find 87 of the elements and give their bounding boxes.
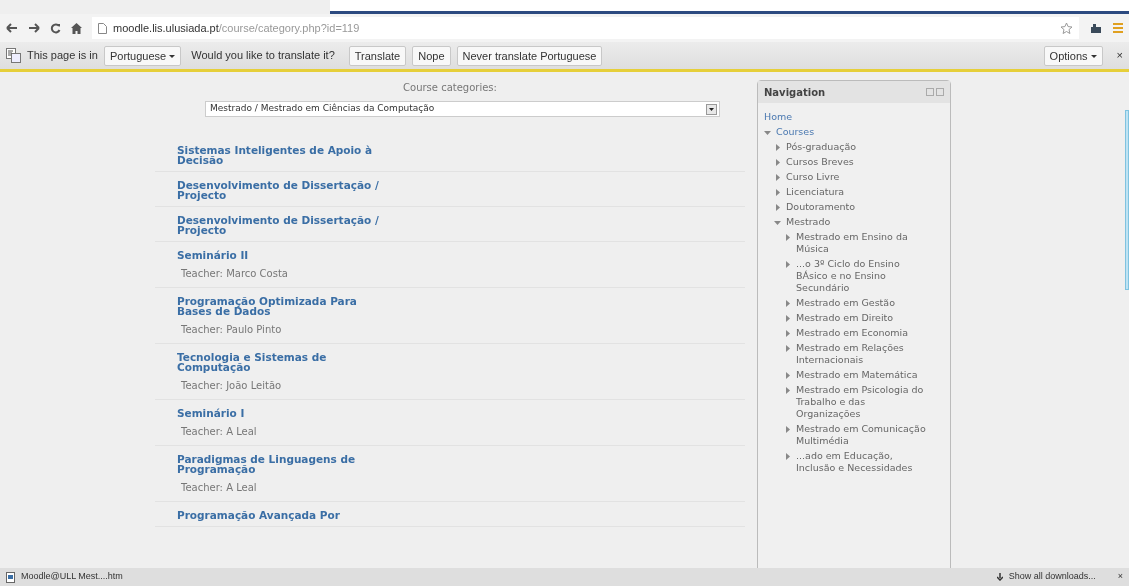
nav-item[interactable]: Mestrado — [786, 216, 831, 228]
selected-category: Mestrado / Mestrado em Ciências da Computação — [210, 102, 435, 116]
category-label: Course categories: — [402, 81, 498, 95]
teacher-label: Teacher: — [181, 380, 223, 391]
caret-icon — [1090, 55, 1097, 59]
nav-item[interactable]: Mestrado em Economia — [796, 327, 908, 339]
close-button[interactable]: × — [1116, 47, 1123, 64]
collapsed-arrow-icon[interactable] — [774, 204, 781, 212]
nav-item[interactable]: ...ado em Educação, Inclusão e Necessidades — [796, 450, 926, 474]
forward-icon[interactable] — [28, 23, 40, 33]
teacher-label: Teacher: — [181, 482, 223, 493]
file-icon — [6, 571, 15, 583]
nav-item[interactable]: Mestrado em Gestão — [796, 297, 895, 309]
back-icon[interactable] — [6, 23, 18, 33]
close-button[interactable]: × — [1117, 570, 1123, 584]
scrollbar[interactable] — [1125, 110, 1129, 290]
options-button[interactable]: Options — [1043, 45, 1103, 66]
collapsed-arrow-icon[interactable] — [784, 345, 791, 353]
nav-item[interactable]: Mestrado em Matemática — [796, 369, 918, 381]
collapsed-arrow-icon[interactable] — [784, 330, 791, 338]
hide-icon[interactable] — [936, 87, 944, 96]
category-select[interactable]: Mestrado / Mestrado em Ciências da Computação — [205, 101, 720, 117]
collapsed-arrow-icon[interactable] — [784, 426, 791, 434]
collapsed-arrow-icon[interactable] — [784, 387, 791, 395]
course-link[interactable]: Seminário II — [177, 250, 392, 260]
teacher-link[interactable]: A Leal — [226, 482, 257, 493]
nav-item[interactable]: Mestrado em Comunicação Multimédia — [796, 423, 926, 447]
url-text: moodle.lis.ulusiada.pt/course/category.php?id=119 — [113, 20, 360, 36]
nav-item[interactable]: Curso Livre — [786, 171, 840, 183]
reload-icon[interactable] — [50, 22, 61, 34]
home-icon[interactable] — [71, 22, 82, 34]
collapsed-arrow-icon[interactable] — [784, 300, 791, 308]
course-link[interactable]: Seminário I — [177, 408, 392, 418]
translate-bar-button[interactable]: Never translate Portuguese — [456, 45, 603, 66]
nav-item[interactable]: Mestrado em Ensino da Música — [796, 231, 926, 255]
translate-bar-button[interactable]: Translate — [348, 45, 407, 66]
nav-item[interactable]: Doutoramento — [786, 201, 856, 213]
expanded-arrow-icon[interactable] — [774, 219, 781, 227]
course-link[interactable]: Tecnologia e Sistemas de Computação — [177, 352, 392, 372]
course-link[interactable]: Programação Optimizada Para Bases de Dados — [177, 296, 392, 316]
nav-item[interactable]: Pós-graduação — [786, 141, 857, 153]
nav-item[interactable]: Cursos Breves — [786, 156, 854, 168]
collapsed-arrow-icon[interactable] — [784, 261, 791, 269]
translate-bar-button[interactable]: Nope — [412, 45, 451, 66]
caret-icon — [169, 55, 176, 59]
nav-item[interactable]: Mestrado em Direito — [796, 312, 894, 324]
download-icon — [996, 573, 1003, 581]
nav-item[interactable]: ...o 3º Ciclo do Ensino BÁsico e no Ensino Secundário — [796, 258, 926, 294]
translate-prompt: This page is in — [27, 48, 98, 64]
collapsed-arrow-icon[interactable] — [774, 159, 781, 167]
teacher-label: Teacher: — [181, 426, 223, 437]
course-link[interactable]: Sistemas Inteligentes de Apoio à Decisão — [177, 145, 392, 165]
teacher-label: Teacher: — [181, 268, 223, 279]
nav-item[interactable]: Courses — [776, 126, 815, 138]
dock-icon[interactable] — [926, 87, 934, 96]
teacher-link[interactable]: A Leal — [226, 426, 257, 437]
language-dropdown[interactable]: Portuguese — [103, 45, 182, 66]
collapsed-arrow-icon[interactable] — [784, 234, 791, 242]
star-icon[interactable] — [1060, 21, 1073, 35]
teacher-link[interactable]: Paulo Pinto — [226, 324, 282, 335]
course-link[interactable]: Desenvolvimento de Dissertação / Projecto — [177, 215, 392, 235]
teacher-link[interactable]: João Leitão — [226, 380, 282, 391]
expanded-arrow-icon[interactable] — [764, 129, 771, 137]
translate-question: Would you like to translate it? — [191, 48, 335, 64]
nav-item[interactable]: Mestrado em Relações Internacionais — [796, 342, 926, 366]
collapsed-arrow-icon[interactable] — [774, 189, 781, 197]
course-link[interactable]: Paradigmas de Linguagens de Programação — [177, 454, 392, 474]
nav-item[interactable]: Licenciatura — [786, 186, 845, 198]
address-bar[interactable]: moodle.lis.ulusiada.pt/course/category.php?id=119 — [92, 17, 1079, 39]
teacher-label: Teacher: — [181, 324, 223, 335]
course-link[interactable]: Desenvolvimento de Dissertação / Projecto — [177, 180, 392, 200]
collapsed-arrow-icon[interactable] — [784, 453, 791, 461]
collapsed-arrow-icon[interactable] — [784, 372, 791, 380]
nav-item[interactable]: Home — [764, 111, 793, 123]
collapsed-arrow-icon[interactable] — [774, 144, 781, 152]
collapsed-arrow-icon[interactable] — [774, 174, 781, 182]
collapsed-arrow-icon[interactable] — [784, 315, 791, 323]
course-link[interactable]: Programação Avançada Por — [177, 510, 392, 520]
show-downloads-link[interactable]: Show all downloads... — [1008, 570, 1096, 584]
menu-icon[interactable] — [1113, 23, 1123, 33]
extension-icon[interactable] — [1089, 22, 1103, 34]
page-icon — [98, 22, 107, 34]
nav-item[interactable]: Mestrado em Psicologia do Trabalho e das Organizações — [796, 384, 926, 420]
download-item[interactable]: Moodle@ULL Mest....htm — [21, 570, 123, 584]
block-title: Navigation — [764, 85, 826, 100]
teacher-link[interactable]: Marco Costa — [226, 268, 288, 279]
translate-icon — [6, 48, 21, 63]
